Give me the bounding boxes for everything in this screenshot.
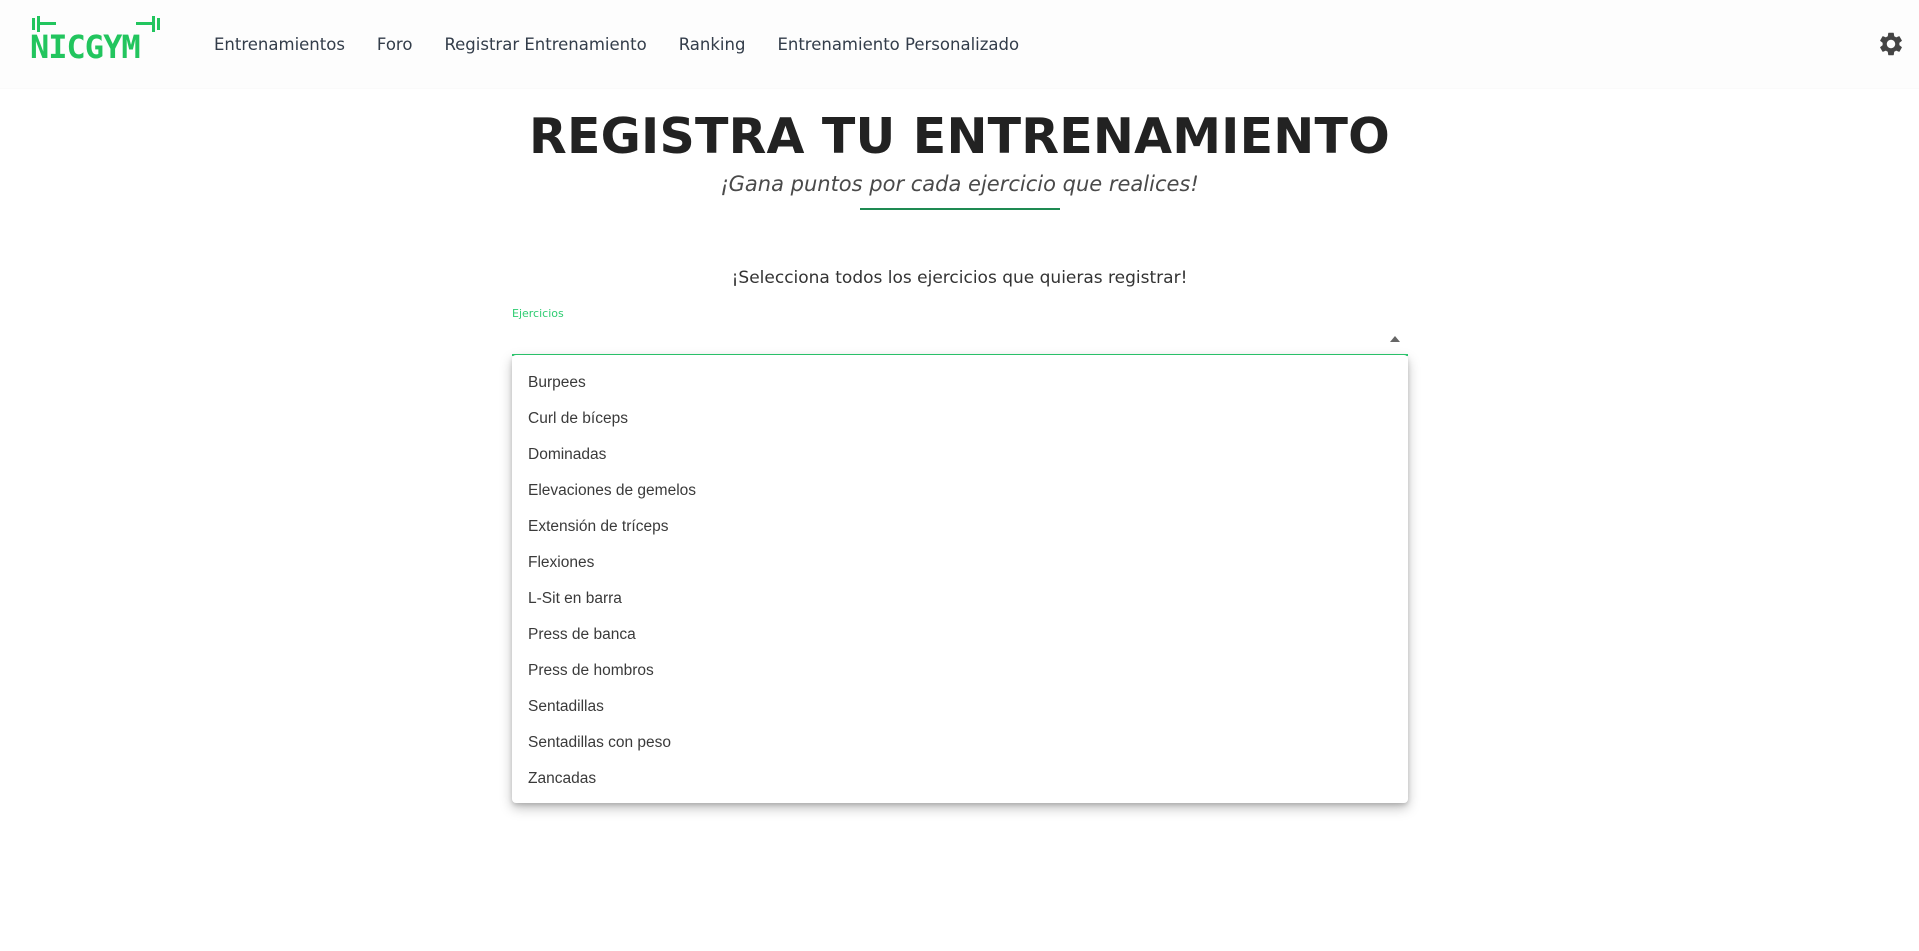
option-zancadas[interactable]: Zancadas xyxy=(512,761,1408,797)
exercises-dropdown-menu: Burpees Curl de bíceps Dominadas Elevaci… xyxy=(512,355,1408,803)
exercises-select-label: Ejercicios xyxy=(512,307,564,320)
option-l-sit-en-barra[interactable]: L-Sit en barra xyxy=(512,581,1408,617)
option-burpees[interactable]: Burpees xyxy=(512,365,1408,401)
option-elevaciones-de-gemelos[interactable]: Elevaciones de gemelos xyxy=(512,473,1408,509)
page-subtitle: ¡Gana puntos por cada ejercicio que real… xyxy=(720,172,1199,196)
option-flexiones[interactable]: Flexiones xyxy=(512,545,1408,581)
nav-entrenamiento-personalizado[interactable]: Entrenamiento Personalizado xyxy=(777,35,1019,54)
exercises-select[interactable] xyxy=(512,322,1408,356)
option-sentadillas[interactable]: Sentadillas xyxy=(512,689,1408,725)
title-underline-divider xyxy=(860,208,1060,210)
page-title: REGISTRA TU ENTRENAMIENTO xyxy=(529,108,1390,165)
nav-ranking[interactable]: Ranking xyxy=(679,35,746,54)
option-curl-de-biceps[interactable]: Curl de bíceps xyxy=(512,401,1408,437)
logo-text: NICGYM xyxy=(30,28,140,60)
nav-entrenamientos[interactable]: Entrenamientos xyxy=(214,35,345,54)
option-dominadas[interactable]: Dominadas xyxy=(512,437,1408,473)
main-nav: Entrenamientos Foro Registrar Entrenamie… xyxy=(214,0,1051,88)
gear-icon[interactable] xyxy=(1877,30,1905,58)
instruction-text: ¡Selecciona todos los ejercicios que qui… xyxy=(731,268,1188,288)
nicgym-logo[interactable]: NICGYM xyxy=(30,16,162,66)
nav-registrar-entrenamiento[interactable]: Registrar Entrenamiento xyxy=(444,35,646,54)
nav-foro[interactable]: Foro xyxy=(377,35,413,54)
option-sentadillas-con-peso[interactable]: Sentadillas con peso xyxy=(512,725,1408,761)
top-navbar: NICGYM Entrenamientos Foro Registrar Ent… xyxy=(0,0,1919,88)
option-extension-de-triceps[interactable]: Extensión de tríceps xyxy=(512,509,1408,545)
option-press-de-hombros[interactable]: Press de hombros xyxy=(512,653,1408,689)
option-press-de-banca[interactable]: Press de banca xyxy=(512,617,1408,653)
caret-up-icon[interactable] xyxy=(1390,336,1400,342)
